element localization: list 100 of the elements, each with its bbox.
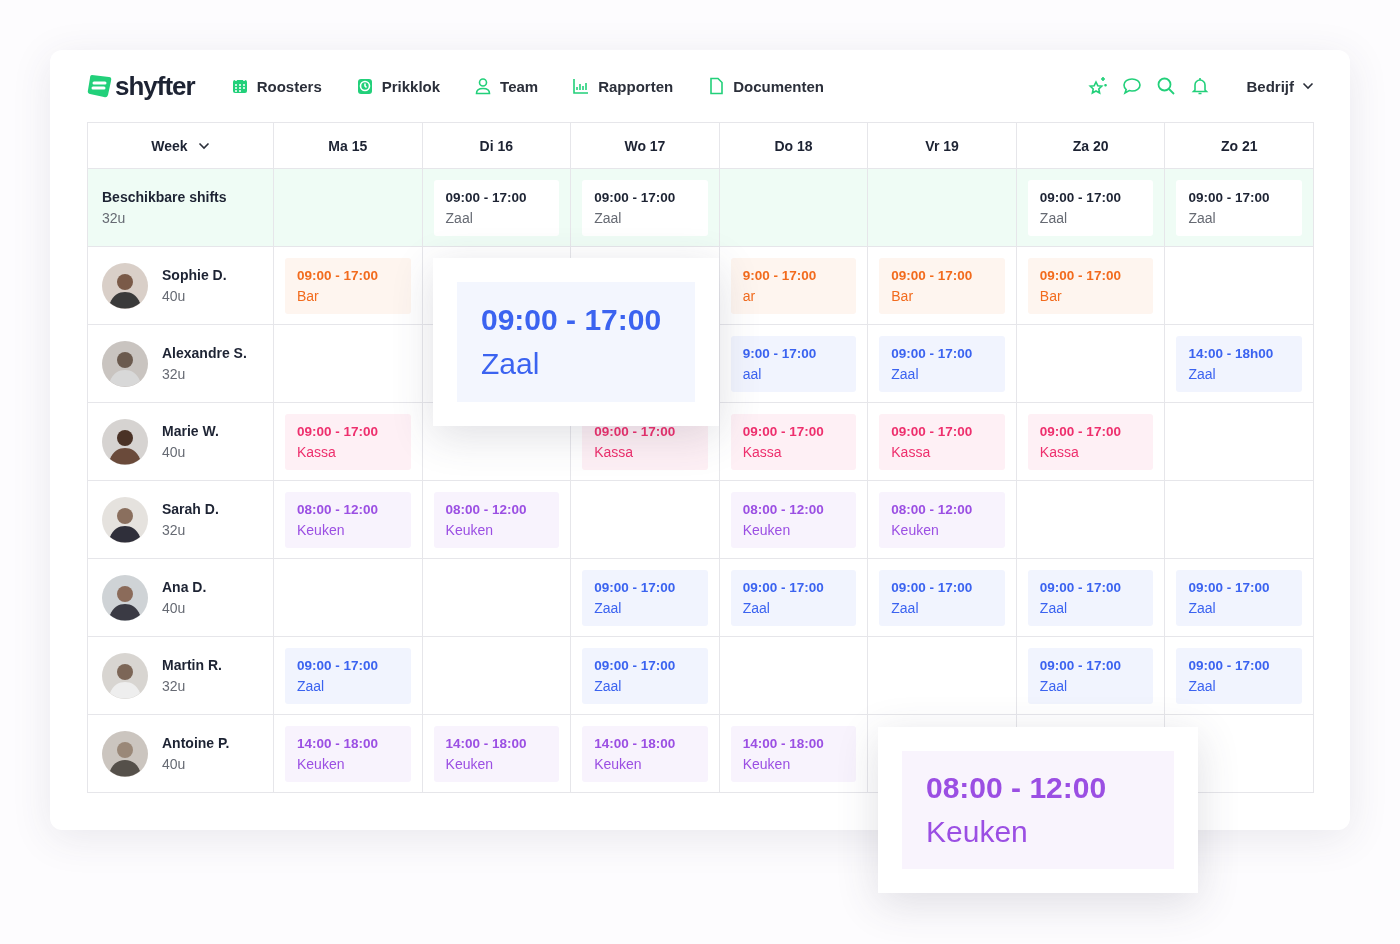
logo-wordmark: shyfter [115, 70, 195, 102]
shift-time: 08:00 - 12:00 [891, 501, 974, 517]
shift-time: 9:00 - 17:00 [742, 267, 818, 283]
shift-block[interactable]: 09:00 - 17:00 Zaal [879, 335, 1005, 392]
shift-block[interactable]: 09:00 - 17:00 Zaal [285, 647, 411, 704]
document-icon [707, 77, 726, 95]
shift-time: 9:00 - 17:00 [742, 345, 818, 361]
shift-block[interactable]: 08:00 - 12:00 Keuken [433, 491, 560, 548]
shift-time: 09:00 - 17:00 [891, 579, 974, 595]
shift-block[interactable]: 14:00 - 18h00 Zaal [1176, 335, 1302, 392]
employee-name: Sophie D. [162, 267, 227, 283]
shift-location: Bar [891, 287, 915, 304]
open-shift[interactable]: 09:00 - 17:00 Zaal [582, 179, 708, 236]
shift-block[interactable]: 09:00 - 17:00 Zaal [1027, 569, 1154, 626]
shift-block[interactable]: 09:00 - 17:00 Zaal [582, 569, 708, 626]
shift-block[interactable]: 09:00 - 17:00 Zaal [457, 282, 695, 402]
shift-location: Zaal [1188, 365, 1217, 382]
row-title: Beschikbare shifts [102, 189, 227, 205]
open-shift[interactable]: 09:00 - 17:00 Zaal [1027, 179, 1154, 236]
shift-block[interactable]: 09:00 - 17:00 Zaal [582, 647, 708, 704]
shift-location: Bar [297, 287, 320, 304]
empty-slot[interactable] [1016, 481, 1166, 559]
bell-icon[interactable] [1190, 76, 1211, 96]
shift-block[interactable]: 09:00 - 17:00 Kassa [1027, 413, 1154, 470]
shift-block[interactable]: 9:00 - 17:00 ar [730, 257, 857, 314]
shift-block[interactable]: 09:00 - 17:00 Bar [879, 257, 1005, 314]
shift-block[interactable]: 14:00 - 18:00 Keuken [730, 725, 857, 782]
shift-time: 09:00 - 17:00 [742, 579, 825, 595]
day-header: Zo 21 [1220, 137, 1258, 154]
sparkle-star-icon[interactable] [1088, 76, 1109, 96]
nav-item[interactable]: Team [474, 77, 539, 95]
shift-location: Zaal [891, 599, 920, 616]
shift-time: 08:00 - 12:00 [926, 771, 1108, 805]
shift-block[interactable]: 08:00 - 12:00 Keuken [902, 751, 1174, 869]
company-dropdown[interactable]: Bedrijf [1246, 77, 1314, 95]
empty-slot[interactable] [1165, 247, 1314, 325]
shift-block[interactable]: 09:00 - 17:00 Zaal [730, 569, 857, 626]
empty-slot[interactable] [1165, 481, 1314, 559]
empty-slot[interactable] [868, 637, 1017, 715]
shift-block[interactable]: 09:00 - 17:00 Kassa [730, 413, 857, 470]
week-dropdown[interactable]: Week [151, 137, 210, 154]
shift-block[interactable]: 09:00 - 17:00 Zaal [879, 569, 1005, 626]
logo-icon [87, 73, 113, 99]
day-header: Do 18 [774, 137, 813, 154]
employee-name: Marie W. [162, 423, 219, 439]
open-shift[interactable]: 09:00 - 17:00 Zaal [1176, 179, 1302, 236]
shift-block[interactable]: 14:00 - 18:00 Keuken [285, 725, 411, 782]
chat-icon[interactable] [1122, 76, 1143, 96]
shift-block[interactable]: 14:00 - 18:00 Keuken [582, 725, 708, 782]
shift-time: 09:00 - 17:00 [891, 423, 974, 439]
open-shift[interactable]: 09:00 - 17:00 Zaal [433, 179, 560, 236]
avatar [102, 730, 148, 777]
shift-location: Keuken [594, 755, 643, 772]
shift-location: Zaal [1188, 209, 1217, 226]
shift-time: 14:00 - 18h00 [1188, 345, 1275, 361]
shift-time: 09:00 - 17:00 [594, 579, 677, 595]
search-icon[interactable] [1156, 76, 1177, 96]
empty-slot[interactable] [422, 637, 572, 715]
hours-text: 40u [162, 756, 187, 772]
empty-slot[interactable] [274, 325, 423, 403]
hours-text: 40u [162, 288, 187, 304]
shift-block[interactable]: 14:00 - 18:00 Keuken [433, 725, 560, 782]
shift-time: 09:00 - 17:00 [1188, 189, 1271, 205]
hours-text: 32u [162, 522, 187, 538]
empty-slot[interactable] [1016, 325, 1166, 403]
shift-location: Keuken [891, 521, 940, 538]
person-icon [474, 77, 493, 95]
shift-block[interactable]: 09:00 - 17:00 Bar [285, 257, 411, 314]
shift-location: Keuken [445, 755, 495, 772]
shift-time: 09:00 - 17:00 [594, 189, 677, 205]
shift-location: Zaal [445, 209, 474, 226]
employee-name: Ana D. [162, 579, 207, 595]
empty-slot[interactable] [422, 559, 572, 637]
empty-slot[interactable] [719, 637, 869, 715]
chevron-down-icon [197, 141, 210, 150]
empty-slot[interactable] [1165, 403, 1314, 481]
bar-chart-icon [572, 77, 591, 95]
shift-block[interactable]: 09:00 - 17:00 Zaal [1176, 569, 1302, 626]
nav-item[interactable]: Prikklok [355, 77, 441, 95]
shift-block[interactable]: 08:00 - 12:00 Keuken [730, 491, 857, 548]
shift-time: 09:00 - 17:00 [1039, 657, 1122, 673]
shift-block[interactable]: 09:00 - 17:00 Zaal [1176, 647, 1302, 704]
hours-text: 40u [162, 600, 187, 616]
avatar [102, 340, 148, 387]
shift-block[interactable]: 09:00 - 17:00 Kassa [285, 413, 411, 470]
shift-block[interactable]: 09:00 - 17:00 Bar [1027, 257, 1154, 314]
shift-time: 09:00 - 17:00 [1188, 657, 1271, 673]
shift-block[interactable]: 09:00 - 17:00 Zaal [1027, 647, 1154, 704]
nav-item[interactable]: Documenten [707, 77, 825, 95]
nav-item[interactable]: Roosters [230, 77, 322, 95]
shift-location: Kassa [742, 443, 783, 460]
empty-slot[interactable] [274, 559, 423, 637]
shift-block[interactable]: 09:00 - 17:00 Kassa [879, 413, 1005, 470]
shift-block[interactable]: 08:00 - 12:00 Keuken [285, 491, 411, 548]
empty-slot[interactable] [571, 481, 720, 559]
shift-block[interactable]: 08:00 - 12:00 Keuken [879, 491, 1005, 548]
clock-icon [355, 77, 374, 95]
shift-block[interactable]: 9:00 - 17:00 aal [730, 335, 857, 392]
nav-item[interactable]: Rapporten [572, 77, 674, 95]
shift-time: 08:00 - 12:00 [445, 501, 528, 517]
